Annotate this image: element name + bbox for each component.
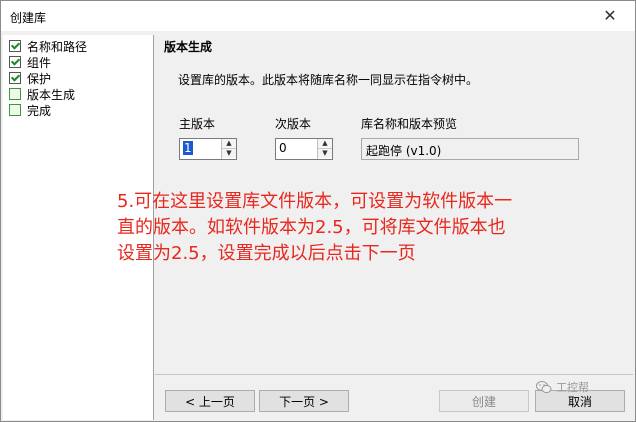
page-description: 设置库的版本。此版本将随库名称一同显示在指令树中。 <box>178 73 479 87</box>
checkbox-icon <box>9 104 21 116</box>
checkbox-icon <box>9 40 21 52</box>
spin-up-icon[interactable]: ▲ <box>222 139 236 149</box>
stepper-arrows[interactable]: ▲ ▼ <box>221 139 236 159</box>
page-title: 版本生成 <box>164 40 213 54</box>
step-protection[interactable]: 保护 <box>9 71 51 87</box>
button-divider <box>155 374 633 375</box>
preview-value: 起跑停 (v1.0) <box>366 144 442 158</box>
checkbox-icon <box>9 72 21 84</box>
major-version-label: 主版本 <box>179 117 216 131</box>
annotation-text: 5.可在这里设置库文件版本，可设置为软件版本一 直的版本。如软件版本为2.5，可… <box>117 189 547 267</box>
major-version-stepper[interactable]: 1 ▲ ▼ <box>179 138 237 160</box>
watermark: 工控帮 <box>536 379 589 395</box>
step-label: 保护 <box>27 72 52 86</box>
step-label: 名称和路径 <box>27 40 88 54</box>
library-version-preview: 起跑停 (v1.0) <box>361 138 579 160</box>
annotation-line: 设置为2.5，设置完成以后点击下一页 <box>117 243 416 264</box>
step-label: 组件 <box>27 56 52 70</box>
step-finish[interactable]: 完成 <box>9 103 51 119</box>
prev-page-button[interactable]: < 上一页 <box>165 390 255 412</box>
step-versioning[interactable]: 版本生成 <box>9 87 75 103</box>
title-bar: 创建库 ✕ <box>1 1 635 31</box>
minor-version-stepper[interactable]: 0 ▲ ▼ <box>275 138 333 160</box>
stepper-arrows[interactable]: ▲ ▼ <box>317 139 332 159</box>
close-icon[interactable]: ✕ <box>599 5 621 27</box>
spin-down-icon[interactable]: ▼ <box>222 149 236 158</box>
content-pane: 版本生成 设置库的版本。此版本将随库名称一同显示在指令树中。 主版本 次版本 库… <box>117 31 633 421</box>
annotation-line: 5.可在这里设置库文件版本，可设置为软件版本一 <box>117 191 513 212</box>
step-label: 版本生成 <box>27 88 76 102</box>
step-components[interactable]: 组件 <box>9 55 51 71</box>
spin-up-icon[interactable]: ▲ <box>318 139 332 149</box>
next-page-button[interactable]: 下一页 > <box>259 390 349 412</box>
minor-version-value[interactable]: 0 <box>279 141 287 155</box>
create-library-dialog: 创建库 ✕ 名称和路径 组件 保护 版本生成 完成 版本生成 设置库的版本。此版… <box>0 0 636 422</box>
major-version-value[interactable]: 1 <box>183 141 193 155</box>
watermark-text: 工控帮 <box>556 381 589 394</box>
spin-down-icon[interactable]: ▼ <box>318 149 332 158</box>
wechat-icon <box>536 381 552 394</box>
create-button[interactable]: 创建 <box>439 390 529 412</box>
step-label: 完成 <box>27 104 52 118</box>
checkbox-icon <box>9 56 21 68</box>
annotation-line: 直的版本。如软件版本为2.5，可将库文件版本也 <box>117 217 506 238</box>
minor-version-label: 次版本 <box>275 117 312 131</box>
step-name-path[interactable]: 名称和路径 <box>9 39 87 55</box>
preview-label: 库名称和版本预览 <box>361 117 458 131</box>
window-title: 创建库 <box>10 11 47 25</box>
checkbox-icon <box>9 88 21 100</box>
